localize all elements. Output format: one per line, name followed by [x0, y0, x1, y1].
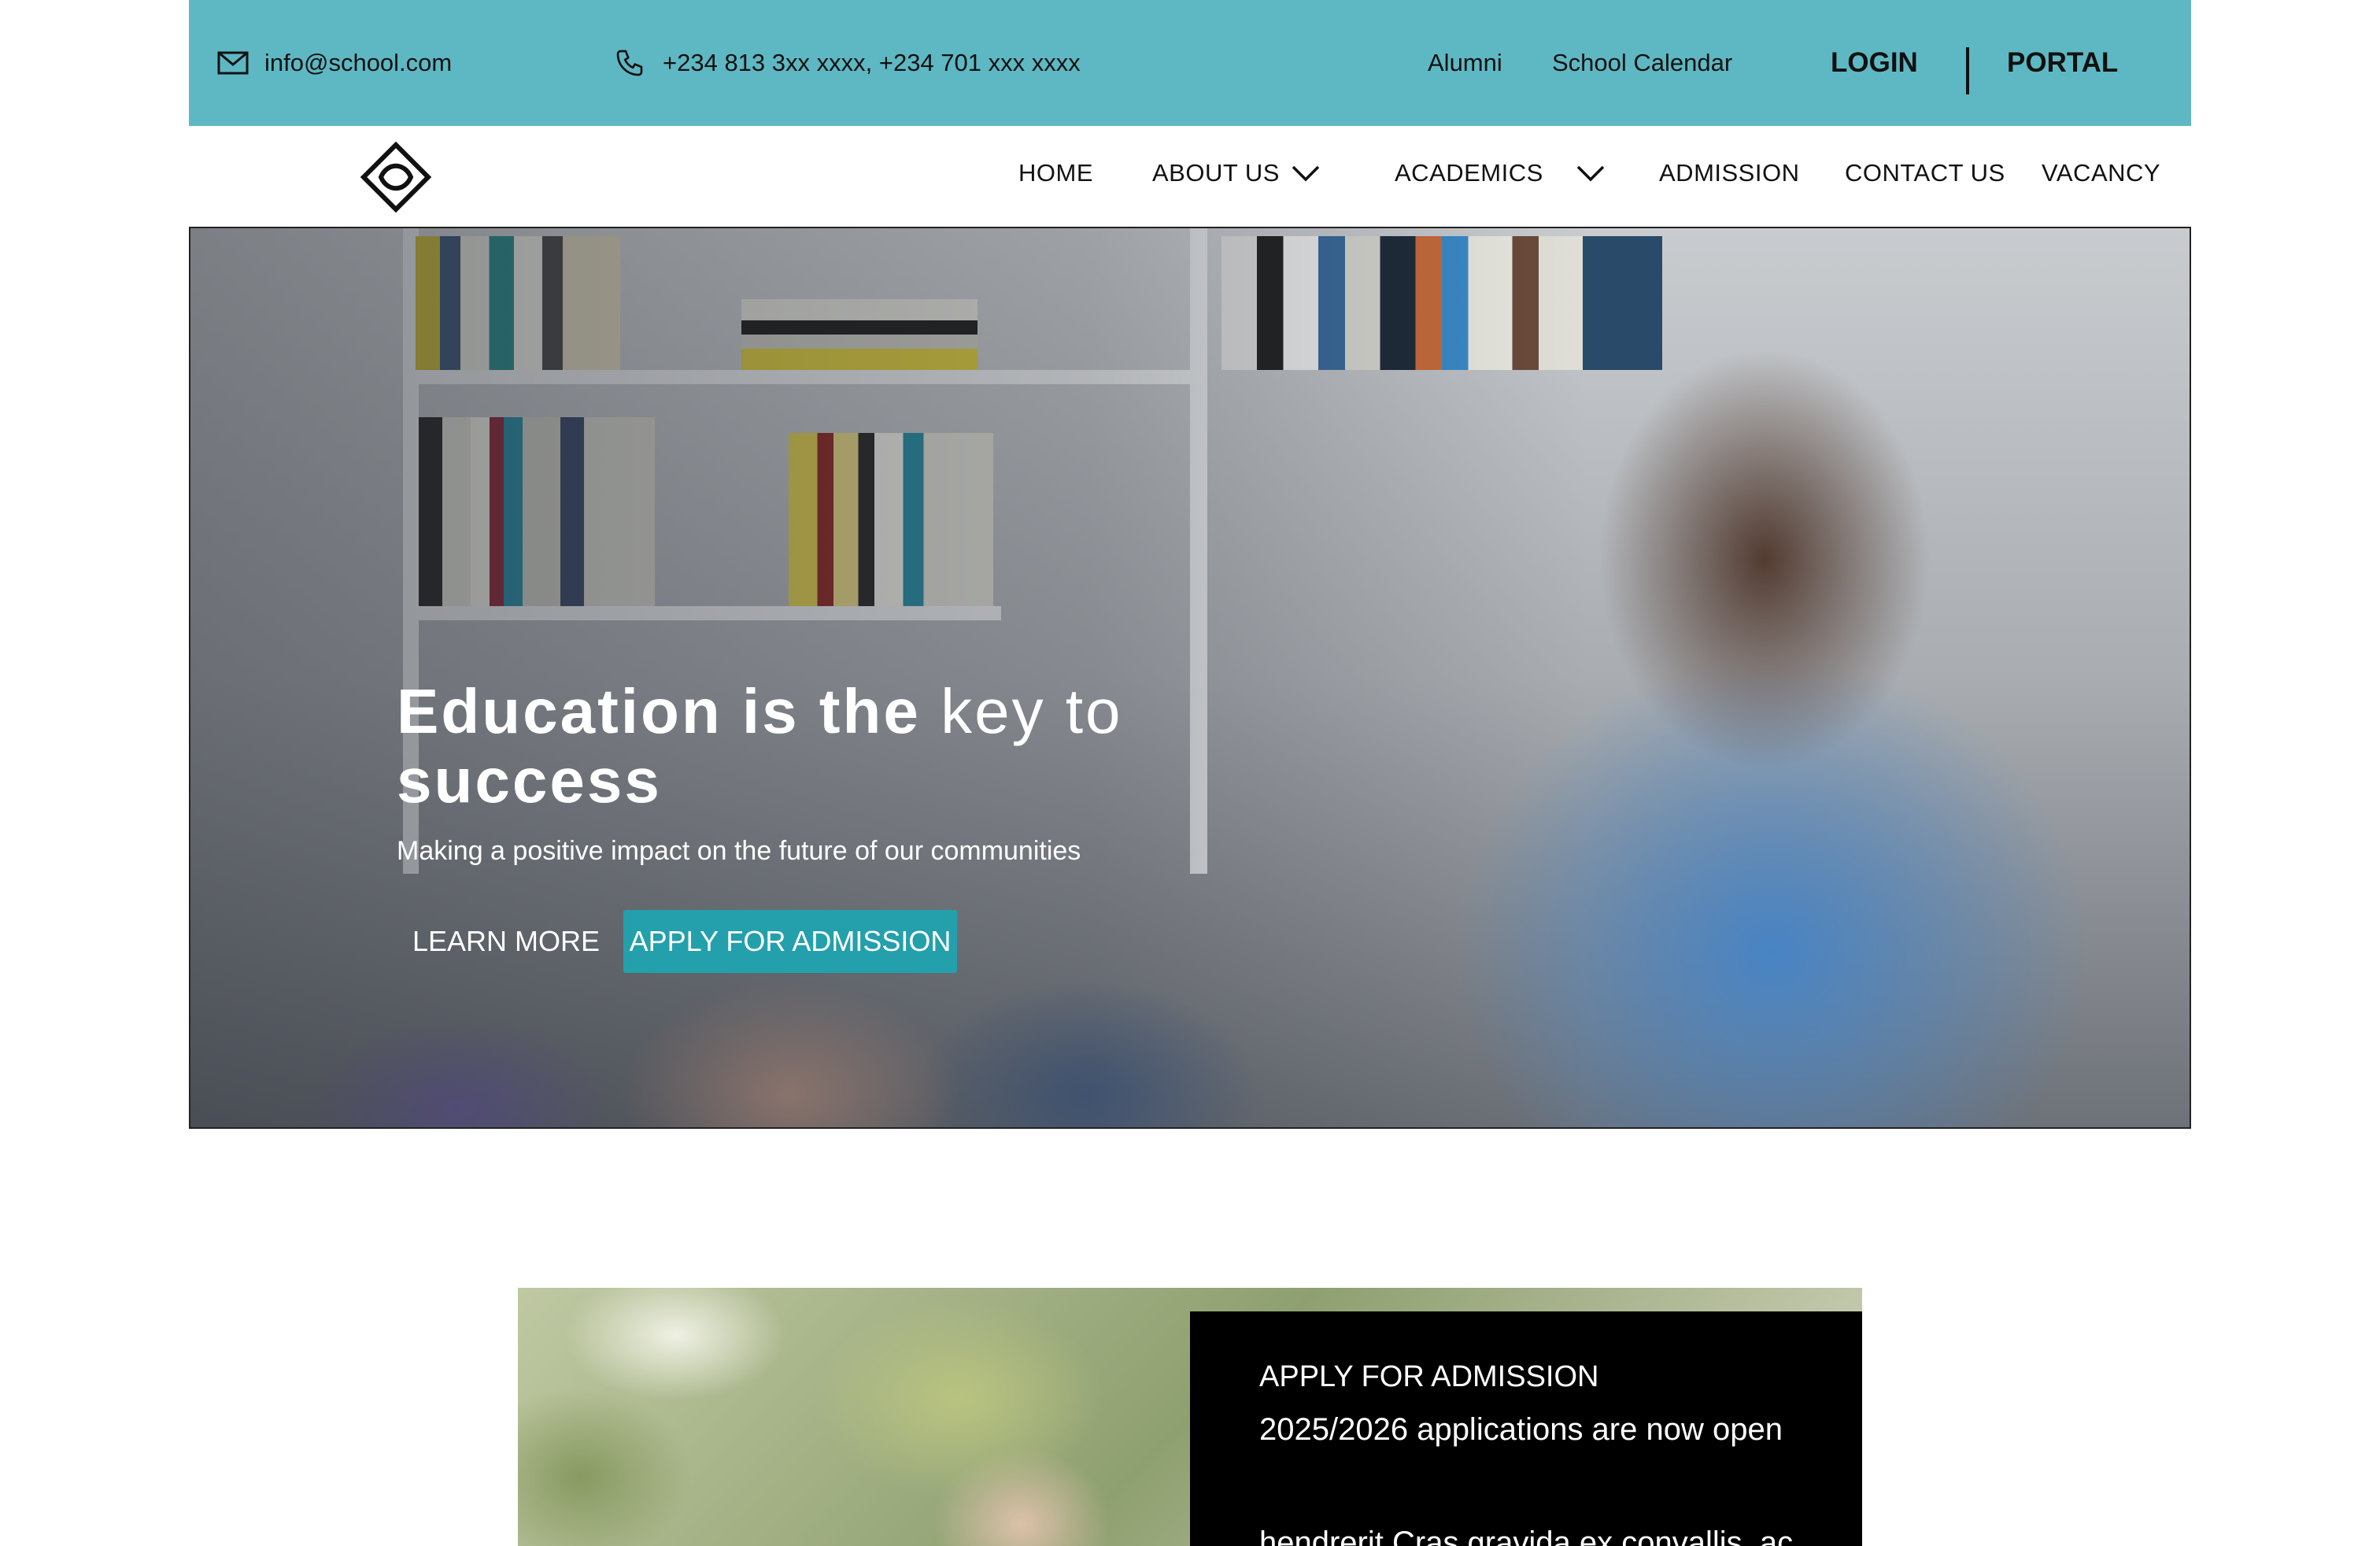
login-link[interactable]: LOGIN [1831, 0, 1918, 126]
hero-title-bold: Education is the [397, 676, 921, 746]
nav-vacancy[interactable]: VACANCY [2042, 126, 2160, 220]
school-logo[interactable] [360, 141, 432, 213]
nav-admission[interactable]: ADMISSION [1659, 126, 1799, 220]
chevron-down-icon[interactable] [1576, 163, 1606, 187]
topbar-divider [1966, 47, 1969, 94]
hero-title: Education is the key to success [397, 677, 1184, 816]
hero-title-light: key to [941, 676, 1123, 746]
alumni-link[interactable]: Alumni [1428, 0, 1502, 126]
hero-subtitle: Making a positive impact on the future o… [397, 836, 1081, 866]
phone-text: +234 813 3xx xxxx, +234 701 xxx xxxx [663, 49, 1081, 76]
school-calendar-link[interactable]: School Calendar [1552, 0, 1732, 126]
mail-icon [217, 51, 249, 75]
hero-title-line2: success [397, 745, 662, 816]
admission-body-text: hendrerit Cras gravida ex convallis, ac [1259, 1526, 1794, 1546]
phone-icon [614, 47, 645, 79]
email-text: info@school.com [264, 49, 453, 76]
nav-academics[interactable]: ACADEMICS [1395, 126, 1543, 220]
nav-contact-us[interactable]: CONTACT US [1845, 126, 2005, 220]
admission-title: APPLY FOR ADMISSION [1259, 1360, 1599, 1393]
nav-about-us[interactable]: ABOUT US [1152, 126, 1280, 220]
phone-contact[interactable]: +234 813 3xx xxxx, +234 701 xxx xxxx [614, 0, 1081, 126]
admission-status-text: 2025/2026 applications are now open [1259, 1412, 1783, 1447]
nav-home[interactable]: HOME [1018, 126, 1093, 220]
learn-more-button[interactable]: LEARN MORE [397, 910, 615, 973]
apply-for-admission-button[interactable]: APPLY FOR ADMISSION [623, 910, 957, 973]
portal-link[interactable]: PORTAL [2007, 0, 2118, 126]
admission-info-box: APPLY FOR ADMISSION 2025/2026 applicatio… [1190, 1311, 1862, 1546]
chevron-down-icon[interactable] [1291, 163, 1321, 187]
email-contact[interactable]: info@school.com [217, 0, 452, 126]
